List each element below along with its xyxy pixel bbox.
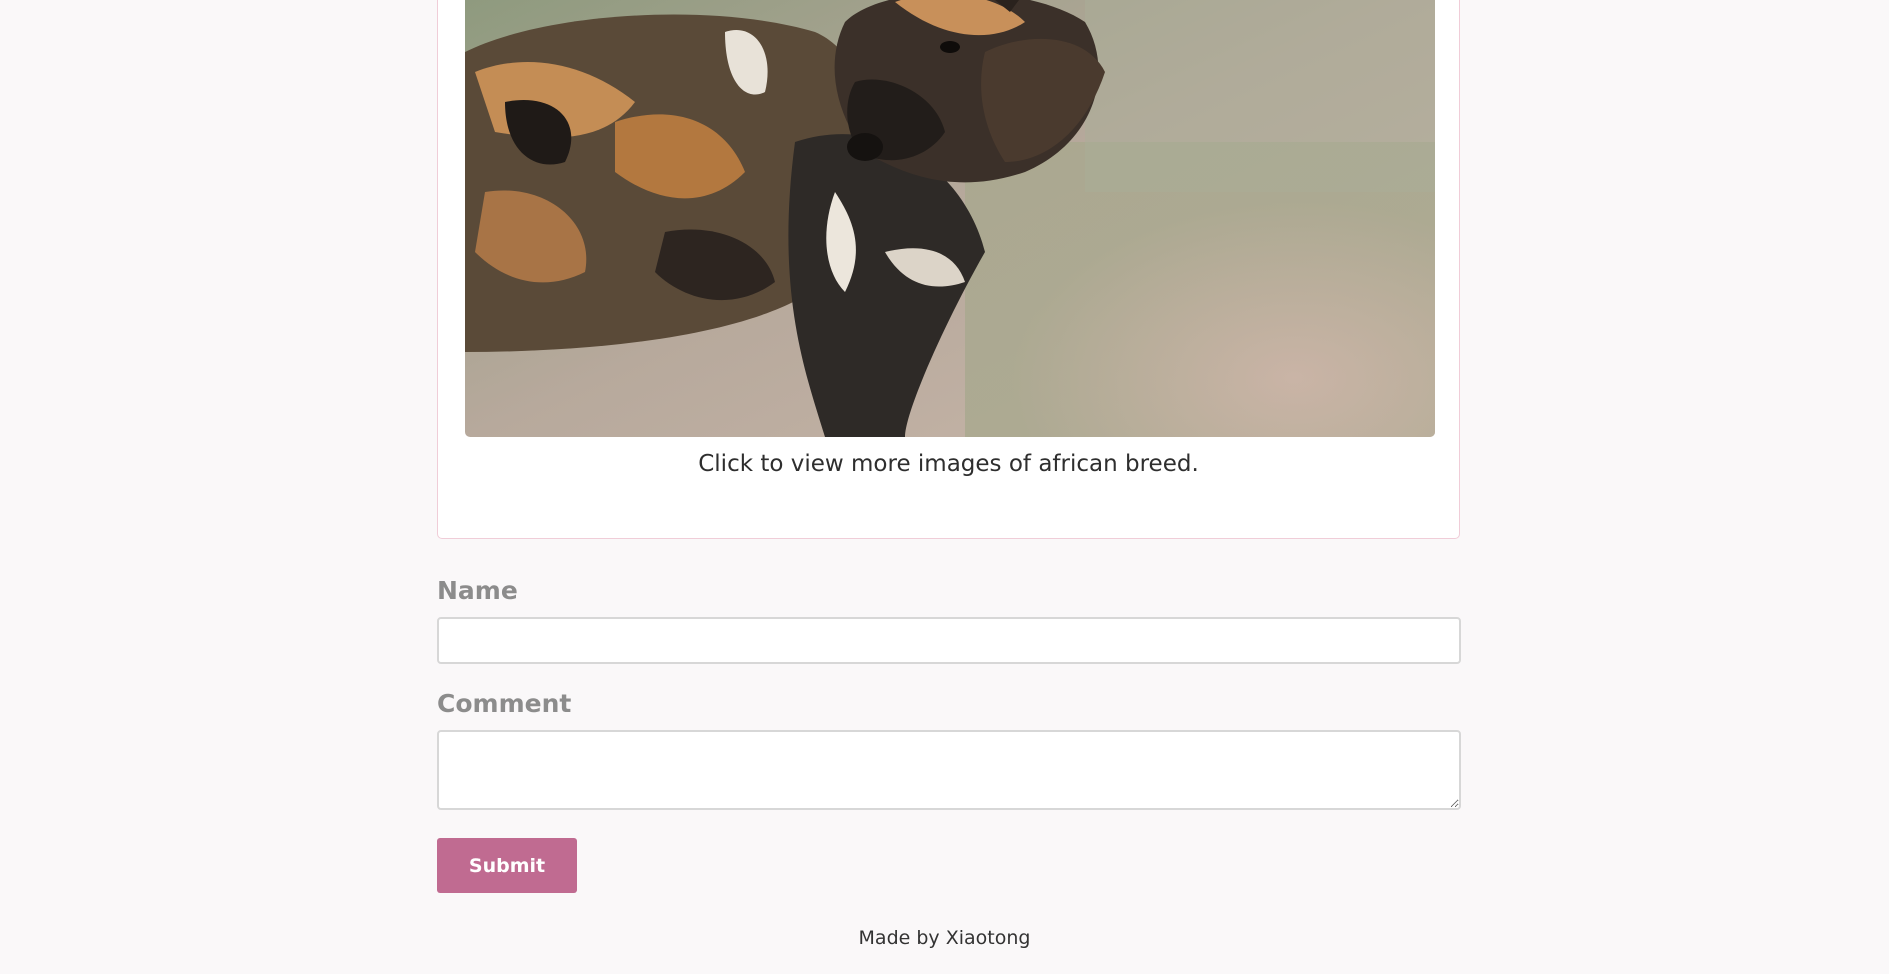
breed-photo[interactable] — [465, 0, 1435, 437]
comment-label: Comment — [437, 689, 572, 718]
african-wild-dog-image — [465, 0, 1435, 437]
comment-textarea[interactable] — [437, 730, 1461, 810]
breed-card: Click to view more images of african bre… — [437, 0, 1460, 539]
name-input[interactable] — [437, 617, 1461, 664]
photo-caption[interactable]: Click to view more images of african bre… — [438, 451, 1459, 477]
submit-button[interactable]: Submit — [437, 838, 577, 893]
footer-credit: Made by Xiaotong — [858, 927, 1031, 949]
name-label: Name — [437, 576, 518, 605]
